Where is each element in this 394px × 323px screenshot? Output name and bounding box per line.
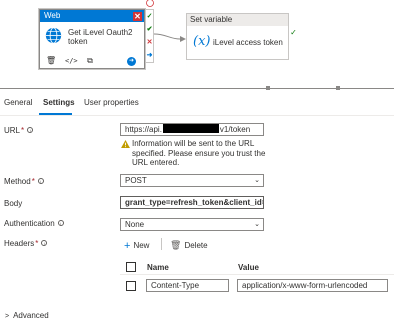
new-header-button[interactable]: + New	[124, 240, 149, 252]
chevron-down-icon: ⌄	[254, 221, 260, 228]
chevron-down-icon: ⌄	[254, 177, 260, 184]
activity-output-pins: ✓ ✔ ✕ ➜	[145, 9, 154, 63]
close-icon[interactable]: ✕	[133, 11, 142, 21]
authentication-label: Authentication i	[4, 219, 64, 228]
header-value-input[interactable]: application/x-www-form-urlencoded	[237, 279, 388, 292]
web-activity-header: Web ✕	[40, 10, 144, 22]
method-select[interactable]: POST ⌄	[120, 174, 264, 187]
redacted-block	[162, 124, 219, 133]
pipeline-canvas[interactable]: Web ✕ Get iLevel Oauth2 token 🗑 </> ⧉ ➜ …	[0, 0, 394, 88]
advanced-expander[interactable]: > Advanced	[5, 311, 49, 320]
activity-toolbar: 🗑 </> ⧉ ➜	[40, 54, 144, 68]
resize-grip-icon[interactable]	[266, 86, 270, 90]
header-row-divider	[120, 274, 394, 275]
tab-settings[interactable]: Settings	[43, 98, 75, 107]
body-input[interactable]: grant_type=refresh_token&client_id=...	[120, 196, 264, 209]
header-name-input[interactable]: Content-Type	[146, 279, 229, 292]
info-icon[interactable]: i	[41, 240, 48, 246]
select-all-checkbox[interactable]	[126, 262, 136, 272]
add-icon: +	[124, 240, 131, 252]
set-variable-node[interactable]: Set variable (x) iLevel access token	[186, 13, 289, 60]
column-header-value: Value	[238, 263, 259, 272]
globe-icon	[45, 27, 62, 44]
info-icon[interactable]: i	[37, 178, 44, 184]
set-variable-name: iLevel access token	[213, 38, 283, 47]
tabs-divider	[0, 115, 394, 116]
warning-icon	[121, 140, 130, 148]
toolbar-separator	[161, 238, 162, 250]
warning-text: Information will be sent to the URL spec…	[132, 139, 266, 167]
body-label: Body	[4, 199, 23, 208]
set-variable-header: Set variable	[187, 14, 288, 26]
url-input[interactable]: https://api. v1/token	[120, 123, 264, 136]
row-checkbox[interactable]	[126, 281, 136, 291]
web-activity-type: Web	[44, 11, 61, 20]
success-check-icon[interactable]: ✓	[289, 28, 298, 38]
failure-x-icon[interactable]: ✕	[146, 38, 153, 47]
panel-divider[interactable]	[0, 88, 394, 89]
url-label: URL* i	[4, 126, 34, 135]
tab-general[interactable]: General	[4, 98, 32, 107]
success-dot-icon[interactable]: ✔	[146, 25, 153, 34]
variable-icon: (x)	[193, 34, 211, 49]
delete-header-button[interactable]: 🗑 Delete	[170, 240, 208, 251]
headers-label: Headers* i	[4, 239, 48, 248]
code-icon[interactable]: </>	[65, 56, 78, 66]
web-activity-name: Get iLevel Oauth2 token	[68, 28, 133, 46]
method-label: Method* i	[4, 177, 44, 186]
success-check-icon[interactable]: ✓	[146, 12, 153, 21]
info-icon[interactable]: i	[27, 127, 34, 133]
completion-arrow-icon[interactable]: ➜	[146, 51, 153, 60]
chevron-right-icon: >	[5, 313, 10, 320]
web-activity-node[interactable]: Web ✕ Get iLevel Oauth2 token 🗑 </> ⧉ ➜	[39, 9, 145, 69]
tab-user-properties[interactable]: User properties	[84, 98, 139, 107]
info-icon[interactable]: i	[57, 220, 64, 226]
delete-icon: 🗑	[170, 240, 182, 250]
column-header-name: Name	[147, 263, 169, 272]
authentication-select[interactable]: None ⌄	[120, 218, 264, 231]
delete-icon[interactable]: 🗑	[46, 56, 56, 66]
resize-grip-icon[interactable]	[336, 86, 340, 90]
arrow-right-icon[interactable]: ➜	[127, 57, 136, 66]
copy-icon[interactable]: ⧉	[85, 56, 95, 66]
